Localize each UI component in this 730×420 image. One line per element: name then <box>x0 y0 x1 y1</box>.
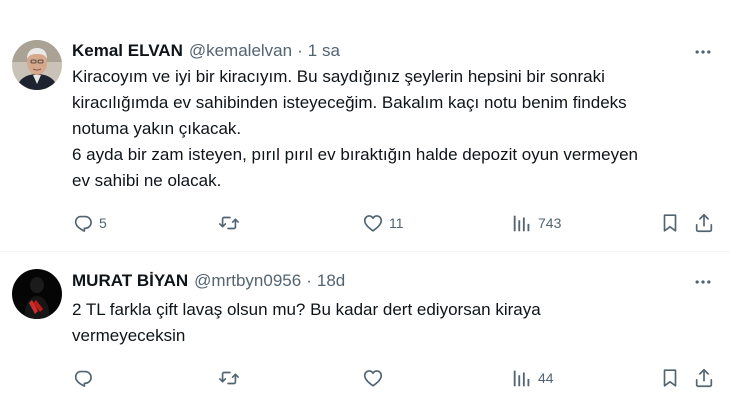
share-icon <box>695 213 713 233</box>
share-button[interactable] <box>693 211 715 235</box>
more-icon <box>695 50 711 54</box>
tweet-text-line: 6 ayda bir zam isteyen, pırıl pırıl ev b… <box>72 145 639 164</box>
avatar[interactable] <box>12 40 62 90</box>
author-name[interactable]: MURAT BİYAN <box>72 271 188 291</box>
tweet-text-line: 2 TL farkla çift lavaş olsun mu? Bu kada… <box>72 300 541 319</box>
reply-button[interactable]: 5 <box>72 211 107 235</box>
bookmark-button[interactable] <box>659 211 681 235</box>
tweet-text: 2 TL farkla çift lavaş olsun mu? Bu kada… <box>72 297 722 349</box>
retweet-button[interactable] <box>218 211 245 235</box>
view-count: 743 <box>538 215 562 231</box>
author-name[interactable]: Kemal ELVAN <box>72 41 183 61</box>
bookmark-icon <box>663 369 677 387</box>
tweet-text-line: Kiracoyım ve iyi bir kiracıyım. Bu saydı… <box>72 67 605 86</box>
tweet-text-line: ev sahibi ne olacak. <box>72 171 222 190</box>
tweet-actions: 44 <box>72 366 722 390</box>
avatar[interactable] <box>12 269 62 319</box>
separator-dot: · <box>297 41 303 60</box>
like-icon <box>363 370 383 387</box>
author-handle[interactable]: @mrtbyn0956 <box>194 271 301 291</box>
share-button[interactable] <box>693 366 715 390</box>
tweet-header: Kemal ELVAN @kemalelvan · 1 sa <box>72 40 340 62</box>
like-button[interactable] <box>362 366 389 390</box>
retweet-icon <box>219 371 239 385</box>
more-options-button[interactable] <box>692 271 714 293</box>
reply-icon <box>74 215 92 232</box>
like-button[interactable]: 11 <box>362 211 404 235</box>
tweet-text-line: notuma yakın çıkacak. <box>72 119 242 138</box>
tweet[interactable]: MURAT BİYAN @mrtbyn0956 · 18d 2 TL farkl… <box>0 252 730 420</box>
views-button[interactable]: 743 <box>511 211 561 235</box>
views-button[interactable]: 44 <box>511 366 554 390</box>
reply-icon <box>74 370 92 387</box>
separator-dot: · <box>306 271 312 290</box>
tweet-text-line: kiracılığımda ev sahibinden isteyeceğim.… <box>72 93 627 112</box>
tweet-actions: 5 11 743 <box>72 211 722 235</box>
tweet-text-line: vermeyeceksin <box>72 326 186 345</box>
like-count: 11 <box>389 215 404 231</box>
share-icon <box>695 368 713 388</box>
tweet-time[interactable]: 1 sa <box>308 41 340 61</box>
view-count: 44 <box>538 370 554 386</box>
tweet-time[interactable]: 18d <box>317 271 345 291</box>
tweet-header: MURAT BİYAN @mrtbyn0956 · 18d <box>72 270 345 292</box>
views-icon <box>513 215 530 232</box>
more-icon <box>695 280 711 284</box>
retweet-icon <box>219 216 239 230</box>
author-handle[interactable]: @kemalelvan <box>189 41 292 61</box>
like-icon <box>363 215 383 232</box>
tweet-text: Kiracoyım ve iyi bir kiracıyım. Bu saydı… <box>72 64 722 194</box>
bookmark-icon <box>663 214 677 232</box>
reply-button[interactable] <box>72 366 99 390</box>
retweet-button[interactable] <box>218 366 245 390</box>
avatar-image <box>12 40 62 90</box>
views-icon <box>513 370 530 387</box>
tweet[interactable]: Kemal ELVAN @kemalelvan · 1 sa Kiracoyım… <box>0 0 730 252</box>
more-options-button[interactable] <box>692 41 714 63</box>
avatar-image <box>12 269 62 319</box>
reply-count: 5 <box>99 215 107 231</box>
bookmark-button[interactable] <box>659 366 681 390</box>
